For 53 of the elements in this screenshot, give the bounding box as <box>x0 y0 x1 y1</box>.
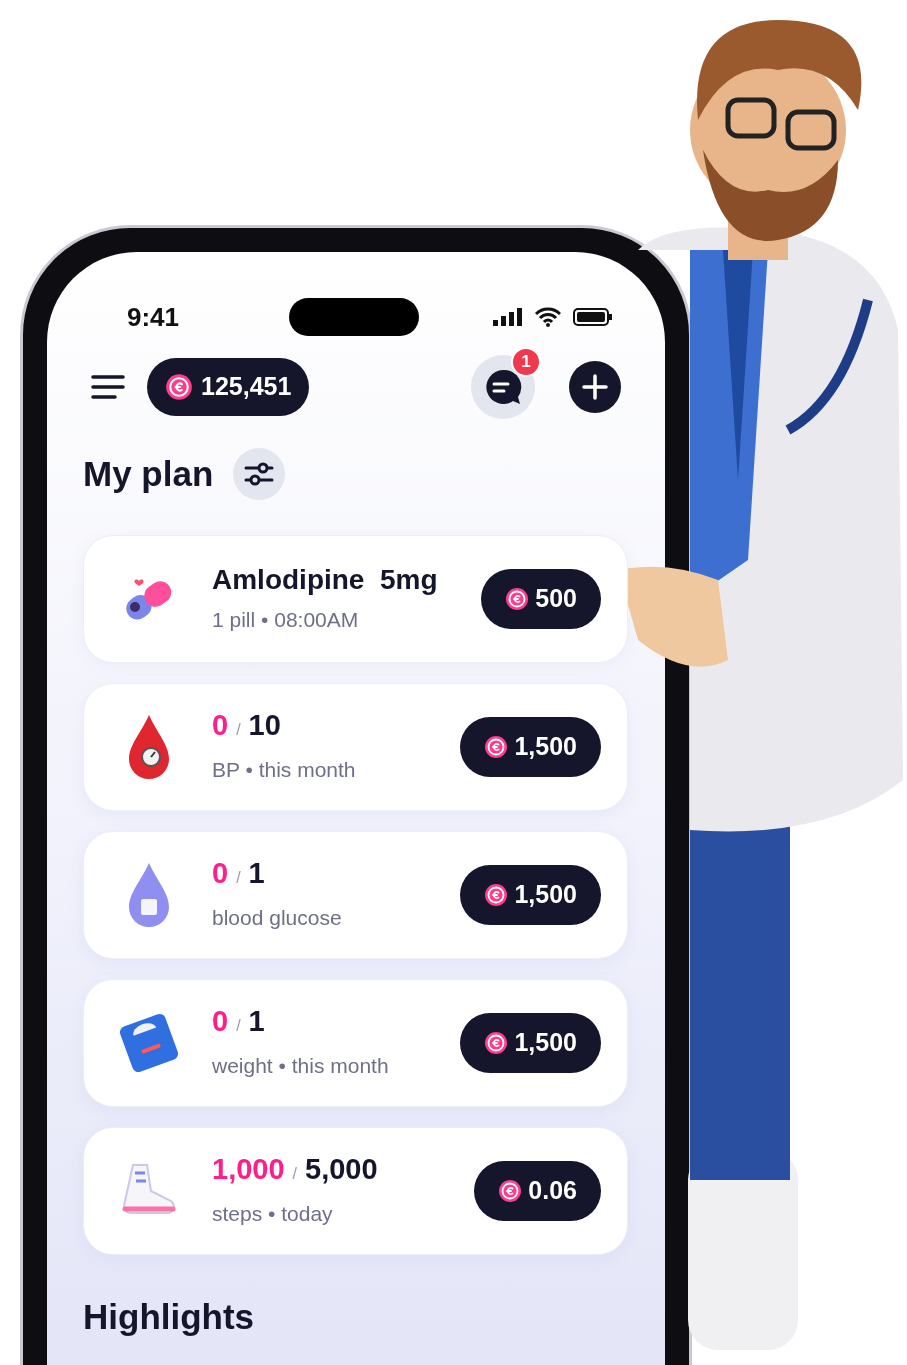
balance-amount: 125,451 <box>201 371 292 403</box>
progress-current: 1,000 <box>212 1152 285 1188</box>
item-subtitle: 1 pill • 08:00AM <box>212 606 360 633</box>
add-button[interactable] <box>569 361 621 413</box>
reward-amount: 1,500 <box>514 1026 577 1058</box>
plan-card[interactable]: 1,000 / 5,000 steps • today 0.06 <box>83 1126 628 1255</box>
reward-amount: 500 <box>535 582 577 614</box>
chat-icon <box>484 368 522 406</box>
status-time: 9:41 <box>127 300 180 334</box>
progress-target: 1 <box>248 856 265 892</box>
progress-divider: / <box>236 1016 241 1037</box>
progress-current: 0 <box>212 1004 229 1040</box>
coin-icon <box>484 882 509 907</box>
coin-icon <box>505 586 530 611</box>
medication-name: Amlodipine 5mg <box>212 562 439 597</box>
coin-icon <box>498 1178 523 1203</box>
coin-icon <box>165 373 193 401</box>
notification-badge: 1 <box>511 347 541 377</box>
reward-amount: 0.06 <box>528 1174 577 1206</box>
progress-divider: / <box>236 868 241 889</box>
plan-card[interactable]: 0 / 1 weight • this month 1,500 <box>83 978 628 1107</box>
wifi-icon <box>535 307 561 327</box>
item-subtitle: weight • this month <box>212 1053 390 1080</box>
coin-icon <box>484 734 509 759</box>
menu-icon[interactable] <box>91 374 125 400</box>
progress-current: 0 <box>212 708 229 744</box>
progress-target: 5,000 <box>305 1152 378 1188</box>
reward-pill[interactable]: 0.06 <box>474 1160 601 1221</box>
section-title: My plan <box>83 453 214 495</box>
reward-pill[interactable]: 1,500 <box>460 1012 601 1073</box>
progress-divider: / <box>292 1164 298 1185</box>
battery-icon <box>573 307 613 327</box>
reward-amount: 1,500 <box>514 878 577 910</box>
reward-pill[interactable]: 1,500 <box>460 716 601 777</box>
coin-icon <box>484 1030 509 1055</box>
reward-pill[interactable]: 1,500 <box>460 864 601 925</box>
item-subtitle: steps • today <box>212 1201 334 1228</box>
item-subtitle: BP • this month <box>212 757 357 784</box>
progress-target: 1 <box>248 1004 265 1040</box>
plus-icon <box>582 374 608 400</box>
section-title: Highlights <box>83 1296 255 1336</box>
reward-amount: 1,500 <box>514 730 577 762</box>
plan-card[interactable]: 0 / 10 BP • this month 1,500 <box>83 682 628 811</box>
plan-card[interactable]: Amlodipine 5mg 1 pill • 08:00AM 500 <box>83 534 628 663</box>
balance-pill[interactable]: 125,451 <box>147 358 310 416</box>
sliders-icon <box>244 462 275 487</box>
reward-pill[interactable]: 500 <box>481 568 601 629</box>
plan-card[interactable]: 0 / 1 blood glucose 1,500 <box>83 830 628 959</box>
progress-current: 0 <box>212 856 229 892</box>
progress-divider: / <box>236 720 241 741</box>
item-subtitle: blood glucose <box>212 905 343 932</box>
signal-icon <box>493 308 523 326</box>
progress-target: 10 <box>248 708 281 744</box>
